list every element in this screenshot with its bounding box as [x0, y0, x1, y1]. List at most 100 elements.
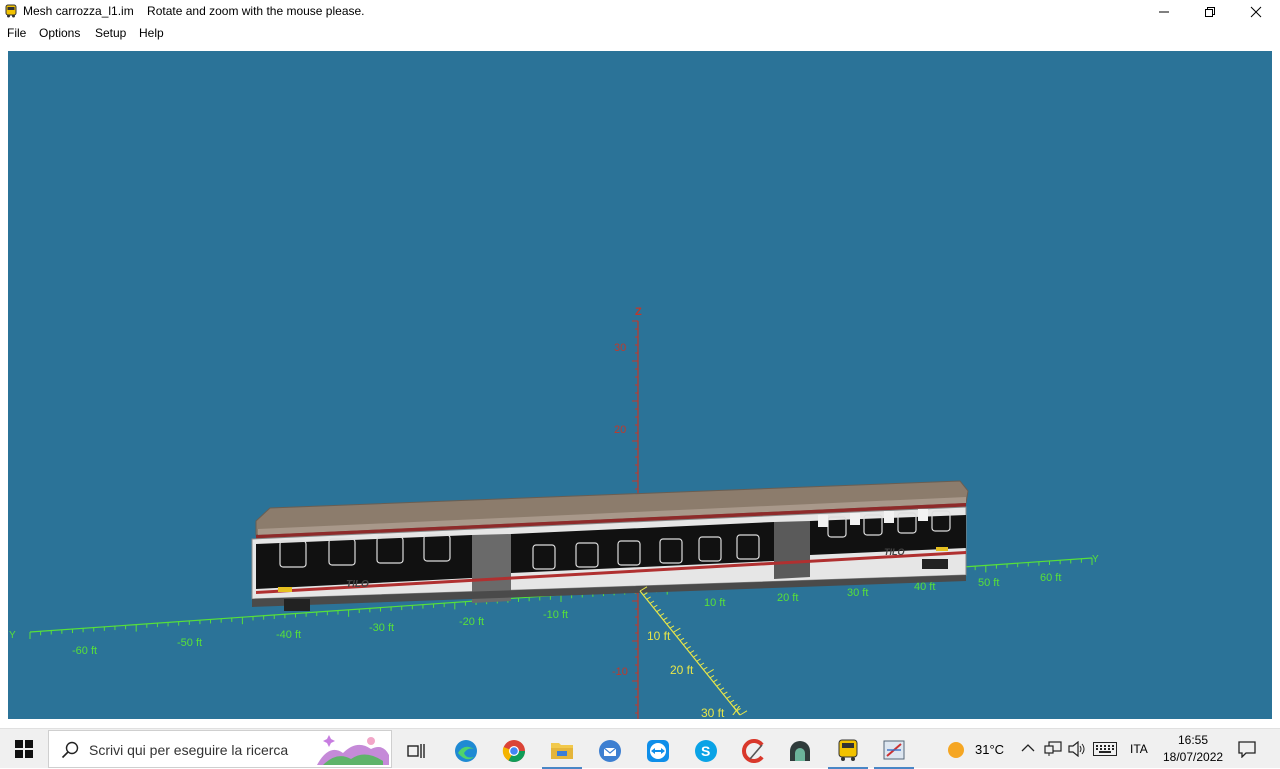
weather-temperature[interactable]: 31°C [975, 742, 1004, 757]
y-tick-10: 10 ft [704, 597, 725, 609]
y-tick-neg20: -20 ft [459, 616, 484, 628]
clock-date[interactable]: 18/07/2022 [1163, 750, 1223, 764]
search-icon [61, 741, 79, 759]
x-axis: X 10 ft 20 ft 30 ft [639, 586, 748, 719]
close-icon [1250, 6, 1262, 17]
task-view-button[interactable] [396, 733, 436, 769]
keyboard-icon[interactable] [1093, 742, 1117, 756]
window-title-hint: Rotate and zoom with the mouse please. [147, 4, 365, 18]
thunderbird-icon [599, 740, 621, 762]
window-title: Mesh carrozza_l1.im Rotate and zoom with… [23, 4, 365, 18]
axis-minor-tick [723, 691, 728, 695]
axis-minor-tick [656, 608, 661, 613]
trainz-icon [838, 739, 858, 761]
y-tick-40: 40 ft [914, 581, 935, 593]
taskbar-edge[interactable] [446, 733, 486, 769]
search-highlight-art-icon [317, 735, 389, 765]
taskbar-file-explorer[interactable] [542, 733, 582, 769]
clock-time[interactable]: 16:55 [1178, 733, 1208, 747]
axis-minor-tick [713, 679, 718, 683]
x-tick-10: 10 ft [647, 629, 671, 643]
taskbar-ccleaner[interactable] [734, 733, 774, 769]
axis-minor-tick [663, 617, 668, 621]
search-placeholder: Scrivi qui per eseguire la ricerca [89, 742, 289, 758]
z-tick-20: 20 [614, 424, 626, 436]
chevron-up-icon[interactable] [1021, 743, 1035, 753]
svg-text:S: S [701, 743, 710, 759]
search-box[interactable]: Scrivi qui per eseguire la ricerca [48, 730, 392, 768]
minimize-button[interactable] [1141, 0, 1187, 23]
axis-minor-tick [726, 695, 731, 699]
axis-minor-tick [643, 592, 648, 596]
menu-options[interactable]: Options [39, 26, 80, 40]
x-axis-label: X [732, 703, 741, 718]
axis-minor-tick [669, 625, 675, 629]
axis-minor-tick [689, 650, 695, 654]
z-tick-neg10: -10 [612, 666, 628, 678]
y-tick-neg60: -60 ft [72, 645, 97, 657]
app-icon [5, 4, 17, 18]
axis-minor-tick [686, 646, 691, 650]
axis-minor-tick [706, 669, 714, 675]
menu-bar: File Options Setup Help [0, 23, 1280, 43]
y-axis-label-right: Y [1092, 554, 1099, 565]
taskbar-teamviewer[interactable] [638, 733, 678, 769]
taskbar-thunderbird[interactable] [590, 733, 630, 769]
restore-button[interactable] [1187, 0, 1233, 23]
y-tick-neg30: -30 ft [369, 622, 394, 634]
taskbar-mesh-viewer[interactable] [874, 733, 914, 769]
axis-minor-tick [679, 637, 685, 642]
livery-text-left: TILO [346, 579, 369, 590]
taskbar-chrome[interactable] [494, 733, 534, 769]
menu-setup[interactable]: Setup [95, 26, 126, 40]
y-tick-neg50: -50 ft [177, 637, 202, 649]
taskbar-skype[interactable]: S [686, 733, 726, 769]
notifications-icon[interactable] [1238, 740, 1256, 758]
minimize-icon [1159, 11, 1169, 12]
x-tick-30: 30 ft [701, 706, 725, 719]
chrome-icon [502, 740, 525, 762]
menu-help[interactable]: Help [139, 26, 164, 40]
z-tick-30: 30 [614, 342, 626, 354]
y-tick-20: 20 ft [777, 592, 798, 604]
y-tick-50: 50 ft [978, 577, 999, 589]
window-title-filename: Mesh carrozza_l1.im [23, 4, 134, 18]
taskbar: Scrivi qui per eseguire la ricerca S 31°… [0, 728, 1280, 769]
axis-minor-tick [739, 710, 748, 716]
volume-icon[interactable] [1068, 741, 1086, 757]
z-axis-label: Z [635, 306, 642, 318]
close-button[interactable] [1233, 0, 1279, 23]
skype-icon: S [695, 740, 717, 762]
scene-svg: Y Y -60 ft -50 ft -40 ft -30 ft -20 ft -… [9, 306, 1099, 719]
y-tick-30: 30 ft [847, 587, 868, 599]
network-icon[interactable] [1044, 741, 1062, 757]
start-button[interactable] [0, 729, 48, 769]
tunnel-icon [790, 741, 810, 761]
y-tick-neg10: -10 ft [543, 609, 568, 621]
axis-minor-tick [703, 666, 708, 670]
taskbar-trainz[interactable] [828, 733, 868, 769]
axis-minor-tick [673, 627, 681, 633]
taskbar-tunnel-app[interactable] [780, 733, 820, 769]
mesh-viewer-icon [883, 740, 905, 760]
3d-viewport[interactable]: Y Y -60 ft -50 ft -40 ft -30 ft -20 ft -… [8, 51, 1272, 719]
axis-minor-tick [653, 604, 658, 608]
restore-icon [1205, 6, 1215, 17]
y-tick-neg40: -40 ft [276, 629, 301, 641]
menu-file[interactable]: File [7, 26, 26, 40]
axis-minor-tick [646, 596, 651, 600]
livery-text-right: TILO [884, 547, 905, 557]
axis-minor-tick [693, 654, 698, 658]
axis-minor-tick [659, 612, 665, 617]
axis-minor-tick [649, 600, 655, 604]
language-indicator[interactable]: ITA [1130, 742, 1148, 756]
task-view-icon [407, 744, 425, 758]
title-bar: Mesh carrozza_l1.im Rotate and zoom with… [0, 0, 1280, 23]
y-tick-60: 60 ft [1040, 572, 1061, 584]
teamviewer-icon [647, 740, 669, 762]
axis-minor-tick [683, 641, 688, 646]
ccleaner-icon [742, 739, 764, 763]
axis-minor-tick [696, 658, 701, 662]
windows-logo-icon [15, 740, 33, 758]
axis-minor-tick [719, 687, 725, 691]
